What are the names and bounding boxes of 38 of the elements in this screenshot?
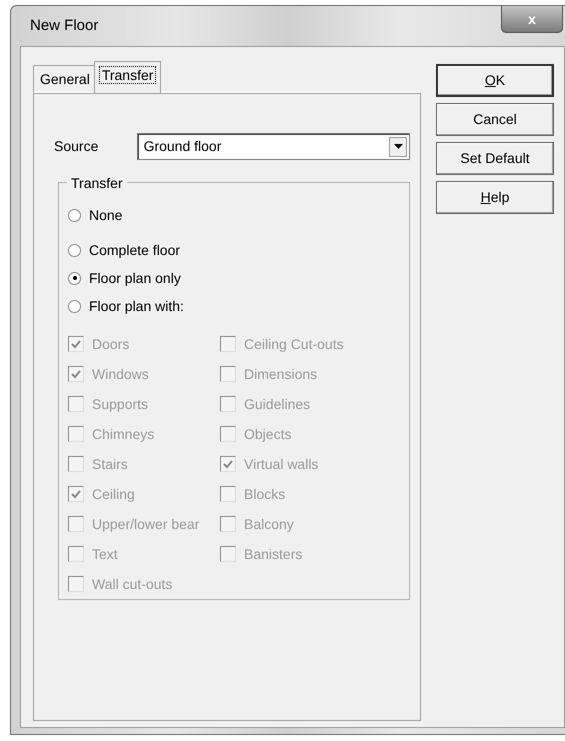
radio-label[interactable]: Floor plan with: [89, 296, 184, 316]
check-icon [71, 370, 81, 378]
dialog-button[interactable]: Cancel [436, 103, 554, 136]
checkbox-label: Balcony [244, 514, 294, 534]
checkbox-label: Objects [244, 424, 292, 444]
checkbox-label: Virtual walls [244, 454, 318, 474]
dialog-button[interactable]: Set Default [436, 142, 554, 175]
checkbox-label: Ceiling [92, 484, 135, 504]
checkbox-label: Text [92, 544, 118, 564]
checkbox-label: Banisters [244, 544, 302, 564]
checkbox-label: Dimensions [244, 364, 318, 384]
check-icon [71, 340, 81, 348]
check-icon [71, 490, 81, 498]
radio-button[interactable] [68, 208, 81, 222]
source-label: Source [54, 137, 100, 156]
checkbox-label: Wall cut-outs [92, 574, 172, 594]
source-dropdown[interactable]: Ground floor [136, 133, 410, 160]
checkbox-label: Doors [92, 334, 130, 354]
checkbox-label: Blocks [244, 484, 286, 504]
checkbox-label: Guidelines [244, 394, 310, 414]
checkbox-label: Supports [92, 394, 148, 414]
radio-button[interactable] [68, 244, 81, 256]
dialog-button[interactable]: Help [436, 181, 554, 214]
radio-button[interactable] [68, 272, 81, 284]
tab[interactable]: Transfer [94, 61, 162, 93]
radio-label[interactable]: Complete floor [89, 240, 180, 260]
checkbox-label: Windows [92, 364, 149, 384]
tab[interactable]: General [33, 65, 95, 92]
checkbox-label: Chimneys [92, 424, 154, 444]
dialog-button[interactable]: OK [436, 64, 554, 97]
radio-label[interactable]: Floor plan only [89, 268, 181, 288]
radio-label[interactable]: None [89, 204, 122, 226]
checkbox-label: Upper/lower bear [92, 514, 200, 534]
check-icon [223, 460, 233, 468]
window-title: New Floor [29, 16, 98, 36]
checkbox-label: Stairs [92, 454, 128, 474]
checkbox-label: Ceiling Cut-outs [244, 334, 344, 354]
radio-button[interactable] [68, 300, 81, 312]
